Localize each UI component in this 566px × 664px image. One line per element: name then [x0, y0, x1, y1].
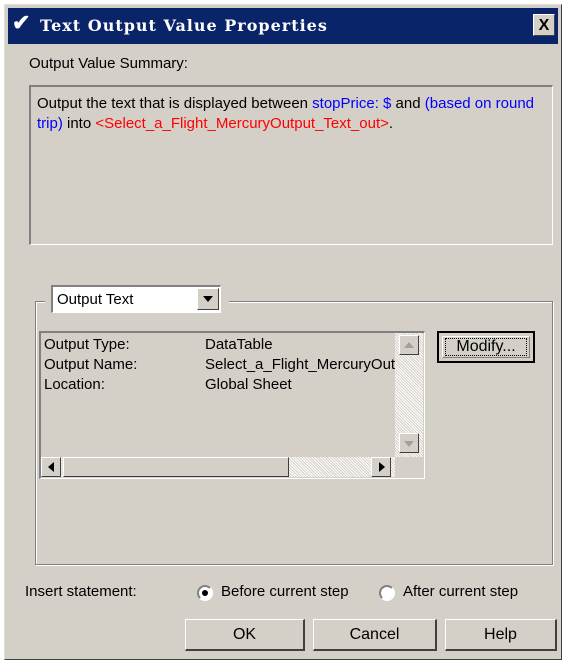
summary-box: Output the text that is displayed betwee… — [29, 85, 553, 245]
summary-label: Output Value Summary: — [29, 55, 188, 72]
start-marker-text: stopPrice: $ — [312, 95, 392, 112]
summary-text-2: and — [391, 95, 425, 112]
output-target-text: <Select_a_Flight_MercuryOutput_Text_out> — [95, 115, 389, 132]
arrow-right-icon — [379, 462, 385, 472]
scroll-right-button[interactable] — [371, 457, 391, 477]
scroll-down-button[interactable] — [399, 433, 419, 453]
radio-selected-dot — [202, 590, 208, 596]
close-button[interactable]: X — [533, 14, 555, 36]
help-button[interactable]: Help — [445, 619, 557, 651]
insert-statement-label: Insert statement: — [25, 583, 137, 600]
text-output-value-properties-dialog: ✔ Text Output Value Properties X Output … — [4, 4, 562, 660]
detail-value: Global Sheet — [205, 376, 292, 393]
summary-text-4: . — [388, 115, 394, 132]
scroll-left-button[interactable] — [41, 457, 61, 477]
radio-after-current-step[interactable] — [379, 585, 395, 601]
output-details-list[interactable]: Output Type: DataTable Output Name: Sele… — [39, 331, 425, 479]
summary-text-1: Output the text that is displayed betwee… — [37, 95, 313, 112]
modify-button-label: Modify... — [456, 338, 516, 355]
list-item: Output Type: — [44, 335, 130, 355]
detail-key: Location: — [44, 376, 105, 393]
cancel-button[interactable]: Cancel — [313, 619, 437, 651]
arrow-up-icon — [404, 342, 414, 348]
output-type-selected: Output Text — [57, 291, 134, 308]
detail-value: DataTable — [205, 336, 273, 353]
checkmark-icon: ✔ — [12, 10, 31, 35]
arrow-down-icon — [404, 441, 414, 447]
title-bar[interactable]: ✔ Text Output Value Properties X — [8, 8, 558, 44]
modify-button[interactable]: Modify... — [437, 331, 535, 363]
window-title: Text Output Value Properties — [40, 16, 328, 35]
list-item: Location: — [44, 375, 105, 395]
dropdown-arrow-button[interactable] — [197, 288, 219, 310]
horizontal-scrollbar[interactable] — [41, 457, 395, 477]
before-current-step-label[interactable]: Before current step — [221, 583, 349, 600]
arrow-left-icon — [48, 462, 54, 472]
ok-button[interactable]: OK — [185, 619, 305, 651]
vertical-scrollbar[interactable] — [395, 333, 423, 457]
radio-before-current-step[interactable] — [197, 585, 213, 601]
scroll-thumb[interactable] — [63, 457, 289, 477]
detail-value: Select_a_Flight_MercuryOutput_Text_out — [205, 356, 395, 373]
detail-key: Output Name: — [44, 356, 138, 373]
after-current-step-label[interactable]: After current step — [403, 583, 518, 600]
list-item: Output Name: — [44, 355, 137, 375]
scrollbar-corner — [395, 457, 423, 477]
scroll-up-button[interactable] — [399, 335, 419, 355]
detail-key: Output Type: — [44, 336, 130, 353]
output-type-dropdown[interactable]: Output Text — [51, 285, 221, 313]
summary-text-3: into — [62, 115, 96, 132]
chevron-down-icon — [203, 296, 213, 302]
